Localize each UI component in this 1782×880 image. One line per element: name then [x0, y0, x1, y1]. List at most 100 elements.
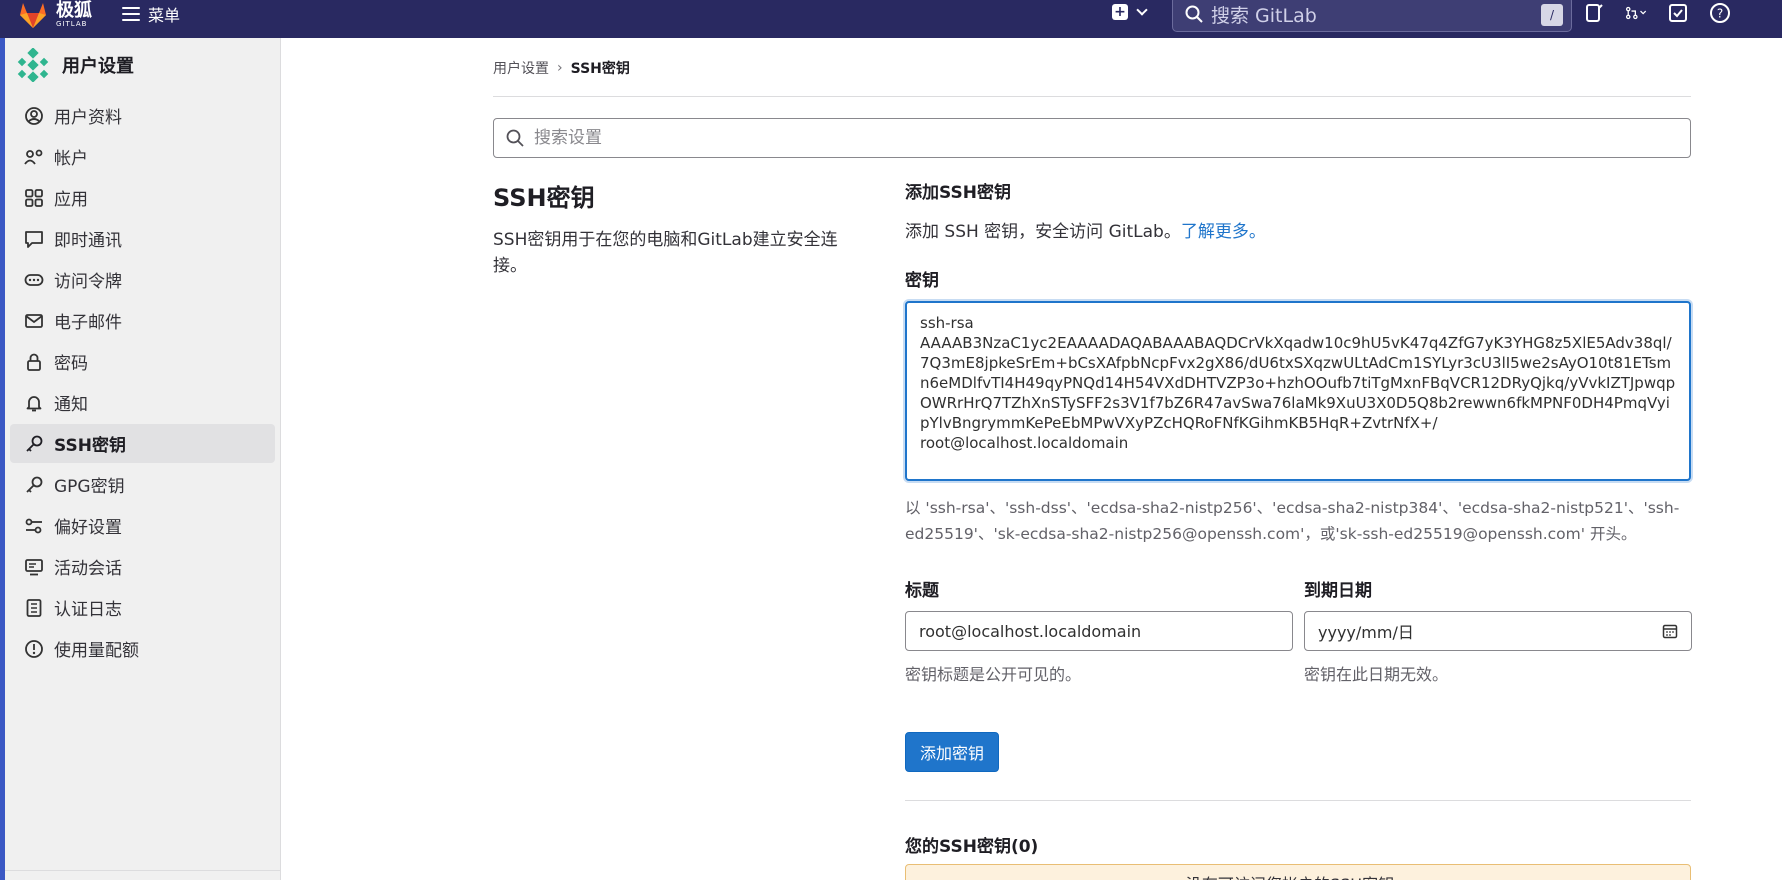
brand-subtitle: GITLAB [56, 20, 88, 28]
plus-square-icon: + [1112, 4, 1128, 20]
brand-name: 极狐 [56, 0, 92, 21]
add-key-title: 添加SSH密钥 [905, 183, 1011, 203]
global-search-placeholder: 搜索 GitLab [1211, 4, 1317, 27]
sidebar-item-profile[interactable]: 用户资料 [10, 96, 275, 135]
monitor-icon [24, 557, 44, 577]
page-title: SSH密钥 [493, 184, 595, 212]
your-keys-title: 您的SSH密钥(0) [905, 837, 1039, 857]
chat-icon [24, 229, 44, 249]
sidebar-item-label: 即时通讯 [54, 231, 122, 251]
svg-text:?: ? [1717, 7, 1723, 21]
key-icon [24, 475, 44, 495]
expiry-field-group: 到期日期 yyyy/mm/日 密钥在此日期无效。 [1304, 576, 1692, 685]
expiry-date-placeholder: yyyy/mm/日 [1318, 623, 1414, 642]
log-icon [24, 598, 44, 618]
sidebar-item-gpg-keys[interactable]: GPG密钥 [10, 465, 275, 504]
sidebar-item-usage-quotas[interactable]: 使用量配额 [10, 629, 275, 668]
settings-search-box[interactable] [493, 118, 1691, 158]
key-label: 密钥 [905, 271, 939, 291]
chevron-right-icon: › [557, 60, 563, 76]
sidebar-item-chat[interactable]: 即时通讯 [10, 219, 275, 258]
empty-keys-alert: 没有可访问您帐户的SSH密钥。 [905, 864, 1691, 880]
title-input-value: root@localhost.localdomain [919, 621, 1142, 641]
empty-keys-message: 没有可访问您帐户的SSH密钥。 [1186, 871, 1410, 880]
sidebar-accent-edge [0, 38, 5, 880]
brand-logo[interactable]: 极狐 GITLAB [18, 0, 92, 30]
breadcrumb-user-settings[interactable]: 用户设置 [493, 58, 549, 78]
title-label: 标题 [905, 581, 939, 601]
sidebar-item-access-tokens[interactable]: 访问令牌 [10, 260, 275, 299]
menu-button[interactable]: 菜单 [122, 0, 180, 28]
add-key-description-text: 添加 SSH 密钥，安全访问 GitLab。 [905, 222, 1181, 242]
issues-icon[interactable] [1583, 2, 1605, 24]
title-hint: 密钥标题是公开可见的。 [905, 665, 1082, 684]
preferences-icon [24, 516, 44, 536]
sidebar-item-label: 密码 [54, 354, 88, 374]
sidebar-item-label: 访问令牌 [54, 272, 122, 292]
sidebar-item-applications[interactable]: 应用 [10, 178, 275, 217]
bell-icon [24, 393, 44, 413]
sidebar-item-label: 应用 [54, 190, 88, 210]
global-search-input[interactable]: 搜索 GitLab / [1172, 0, 1572, 32]
sidebar-item-active-sessions[interactable]: 活动会话 [10, 547, 275, 586]
user-circle-icon [24, 106, 44, 126]
title-input[interactable]: root@localhost.localdomain [905, 611, 1293, 651]
section-intro: SSH密钥 SSH密钥用于在您的电脑和GitLab建立安全连接。 [493, 178, 843, 279]
sidebar-item-ssh-keys[interactable]: SSH密钥 [10, 424, 275, 463]
sidebar-header[interactable]: 用户设置 [16, 48, 134, 82]
add-ssh-key-form: 添加SSH密钥 添加 SSH 密钥，安全访问 GitLab。了解更多。 密钥 s… [905, 178, 1692, 880]
learn-more-link[interactable]: 了解更多。 [1181, 222, 1266, 242]
expiry-date-input[interactable]: yyyy/mm/日 [1304, 611, 1692, 651]
breadcrumb: 用户设置 › SSH密钥 [493, 58, 630, 78]
search-icon [1185, 5, 1203, 23]
mail-icon [24, 311, 44, 331]
sidebar-nav: 用户资料 帐户 应用 即时通讯 访问令牌 电子邮件 密码 通知 SSH密钥 GP… [10, 96, 275, 670]
sidebar-item-label: 用户资料 [54, 108, 122, 128]
divider [493, 96, 1691, 97]
help-icon[interactable]: ? [1709, 2, 1731, 24]
grid-icon [24, 188, 44, 208]
sidebar-item-label: 认证日志 [54, 600, 122, 620]
sidebar-item-notifications[interactable]: 通知 [10, 383, 275, 422]
key-textarea[interactable]: ssh-rsa AAAAB3NzaC1yc2EAAAADAQABAAABAQDC… [905, 301, 1691, 481]
divider [905, 800, 1691, 801]
token-icon [24, 270, 44, 290]
merge-requests-icon[interactable] [1625, 2, 1647, 24]
settings-search-input[interactable] [534, 128, 1634, 148]
todo-icon[interactable] [1667, 2, 1689, 24]
key-help-text: 以 'ssh-rsa'、'ssh-dss'、'ecdsa-sha2-nistp2… [905, 499, 1680, 543]
sidebar-item-label: 通知 [54, 395, 88, 415]
sidebar-item-emails[interactable]: 电子邮件 [10, 301, 275, 340]
user-avatar-icon [17, 48, 49, 82]
menu-label: 菜单 [148, 6, 181, 25]
calendar-icon[interactable] [1662, 623, 1678, 639]
new-item-dropdown[interactable]: + [1112, 4, 1148, 20]
sidebar-item-label: GPG密钥 [54, 477, 125, 497]
chevron-down-icon [1136, 4, 1148, 16]
top-navbar: 极狐 GITLAB 菜单 + 搜索 GitLab / ? [0, 0, 1782, 38]
sidebar-item-password[interactable]: 密码 [10, 342, 275, 381]
sidebar-item-label: 使用量配额 [54, 641, 139, 661]
tanuki-logo-icon [20, 3, 46, 28]
sidebar-item-label: 偏好设置 [54, 518, 122, 538]
sidebar-item-account[interactable]: 帐户 [10, 137, 275, 176]
expiry-hint: 密钥在此日期无效。 [1304, 665, 1449, 684]
sidebar-footer [0, 870, 281, 880]
lock-icon [24, 352, 44, 372]
add-key-button[interactable]: 添加密钥 [905, 732, 1000, 772]
sidebar-item-auth-log[interactable]: 认证日志 [10, 588, 275, 627]
search-icon [506, 129, 524, 147]
breadcrumb-current[interactable]: SSH密钥 [571, 58, 630, 78]
expiry-label: 到期日期 [1304, 581, 1372, 601]
account-gear-icon [24, 147, 44, 167]
quota-icon [24, 639, 44, 659]
title-expiry-row: 标题 root@localhost.localdomain 密钥标题是公开可见的… [905, 576, 1692, 696]
search-shortcut-badge: / [1541, 4, 1563, 26]
settings-sidebar: 用户设置 用户资料 帐户 应用 即时通讯 访问令牌 电子邮件 密码 通知 SSH… [0, 38, 281, 880]
hamburger-icon [122, 7, 140, 21]
sidebar-item-preferences[interactable]: 偏好设置 [10, 506, 275, 545]
key-icon [24, 434, 44, 454]
sidebar-title: 用户设置 [62, 56, 134, 77]
sidebar-item-label: 帐户 [54, 149, 88, 169]
sidebar-item-label: SSH密钥 [54, 436, 126, 456]
